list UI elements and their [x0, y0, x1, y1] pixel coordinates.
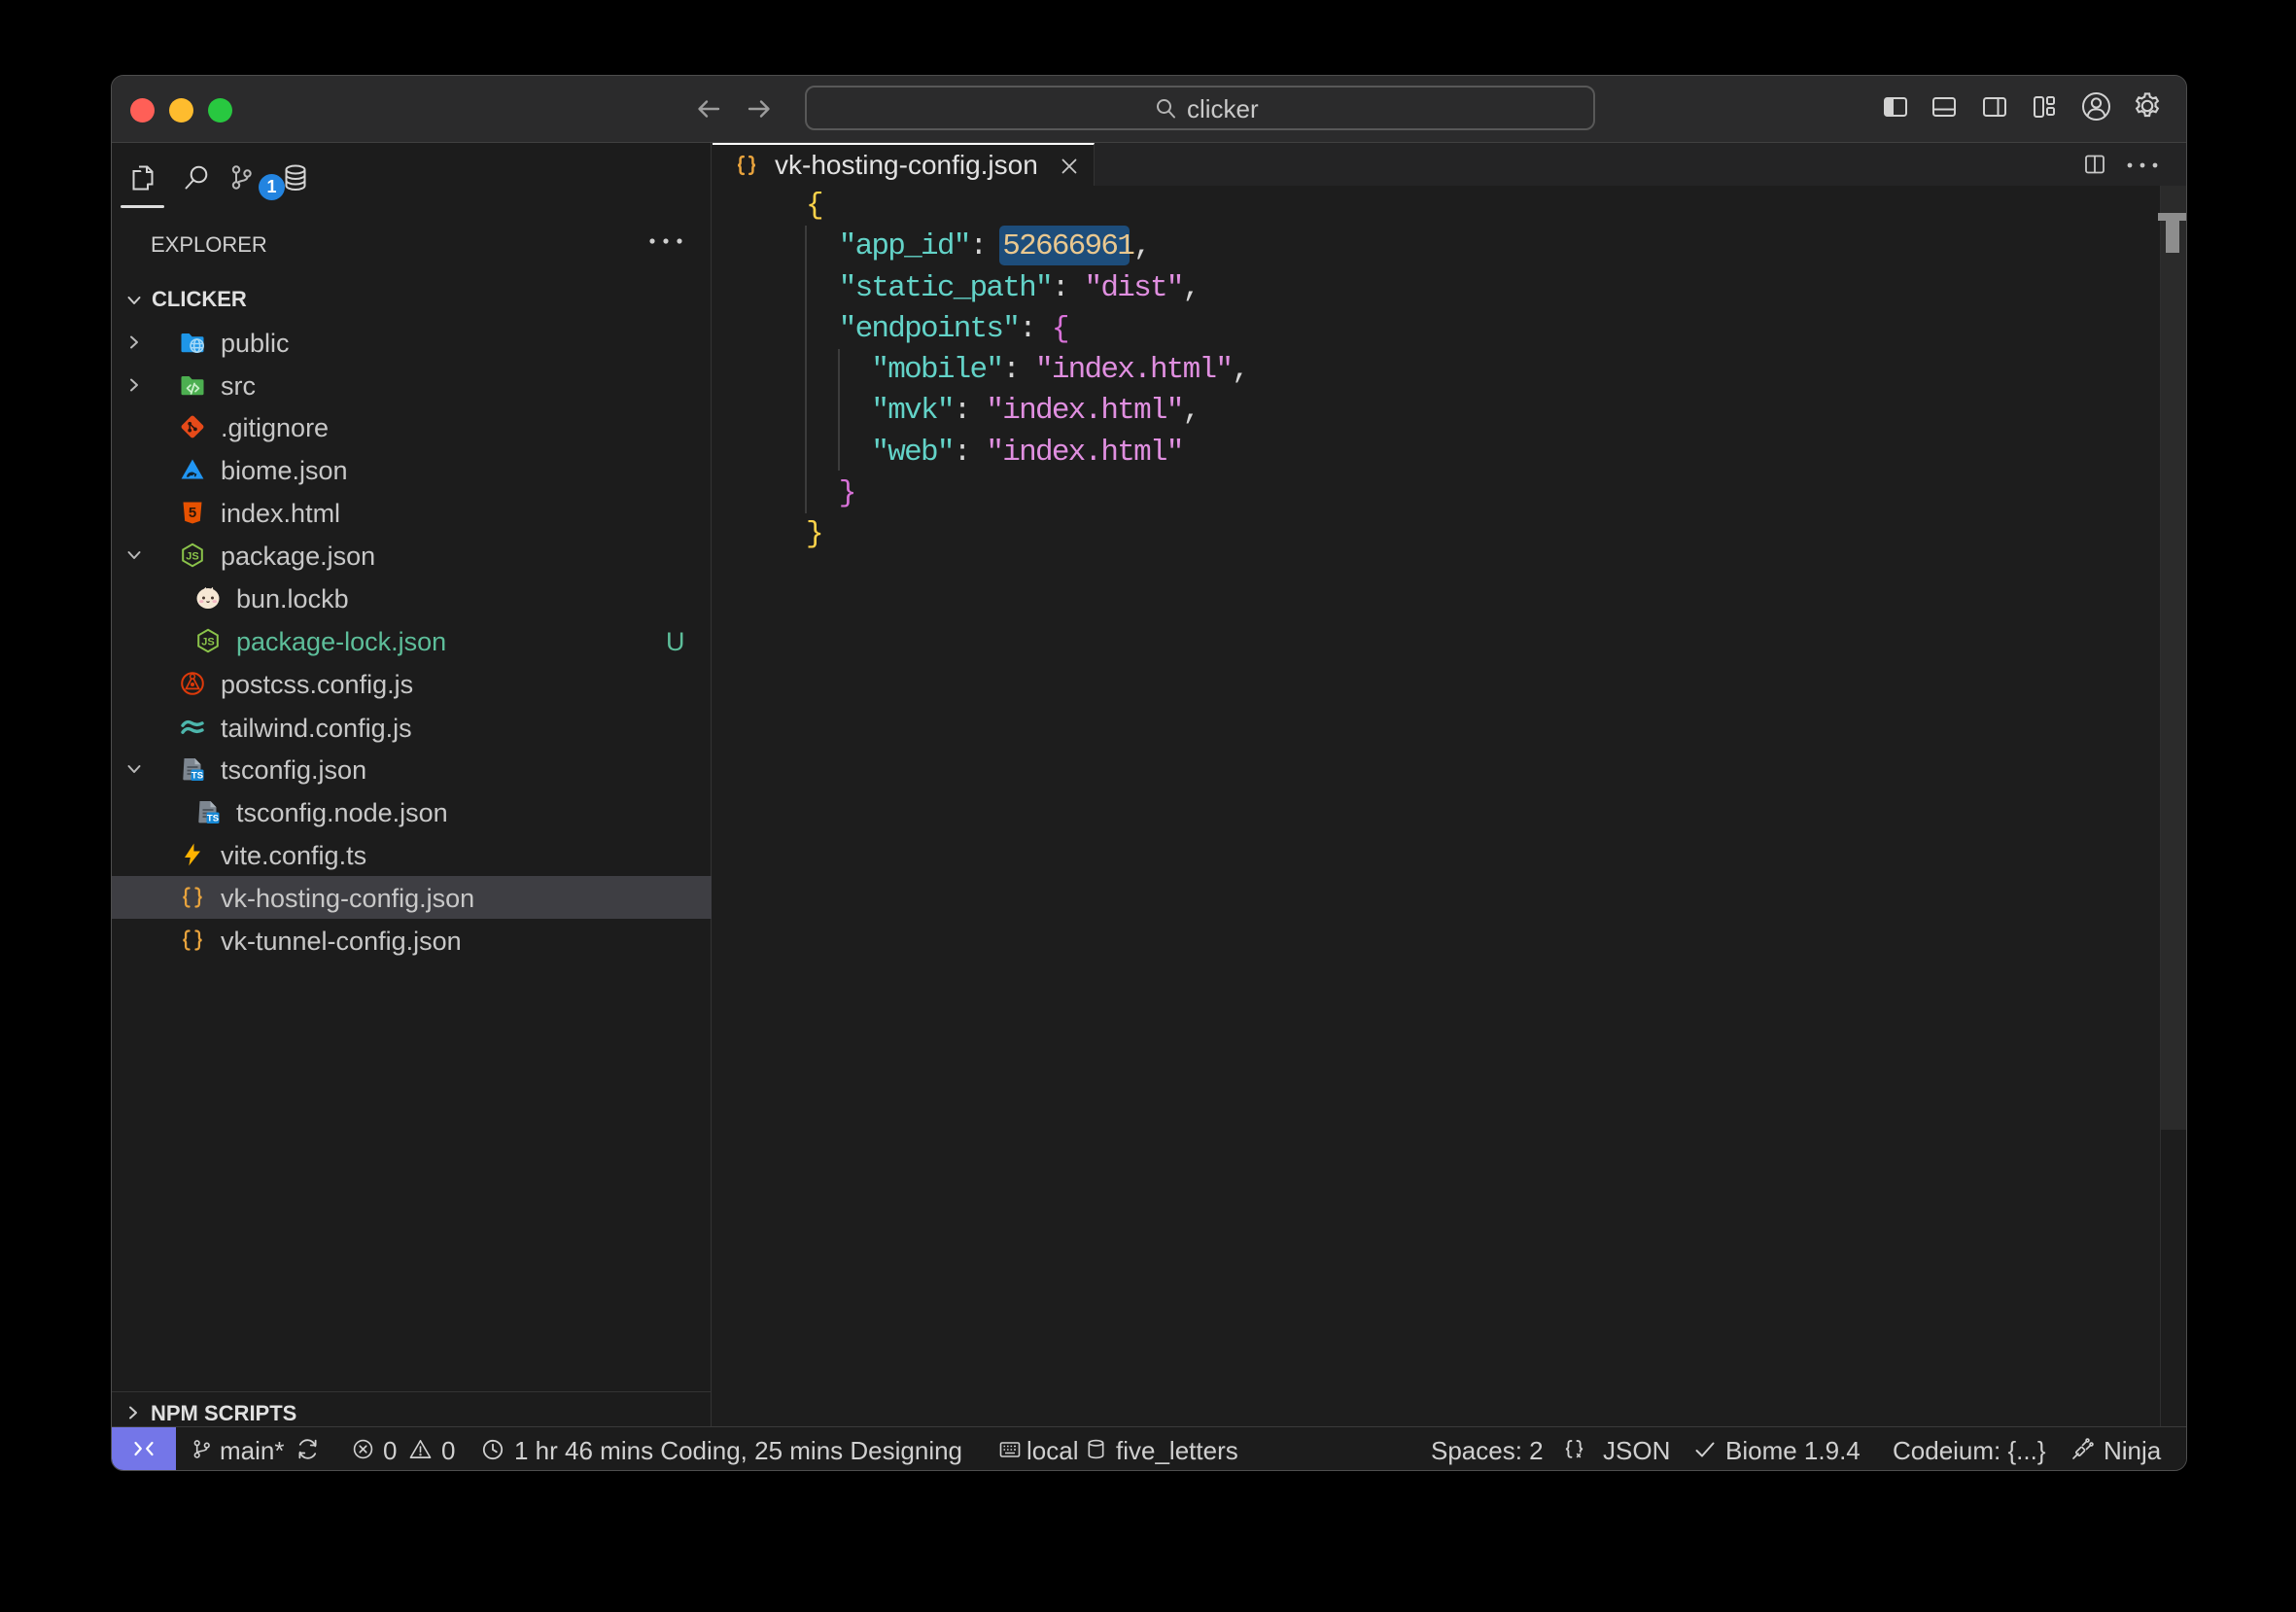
svg-text:5: 5	[189, 505, 196, 521]
svg-text:JS: JS	[186, 551, 198, 563]
svg-text:TS: TS	[207, 814, 219, 824]
svg-text:JS: JS	[201, 637, 214, 648]
svg-text:TS: TS	[191, 771, 203, 782]
